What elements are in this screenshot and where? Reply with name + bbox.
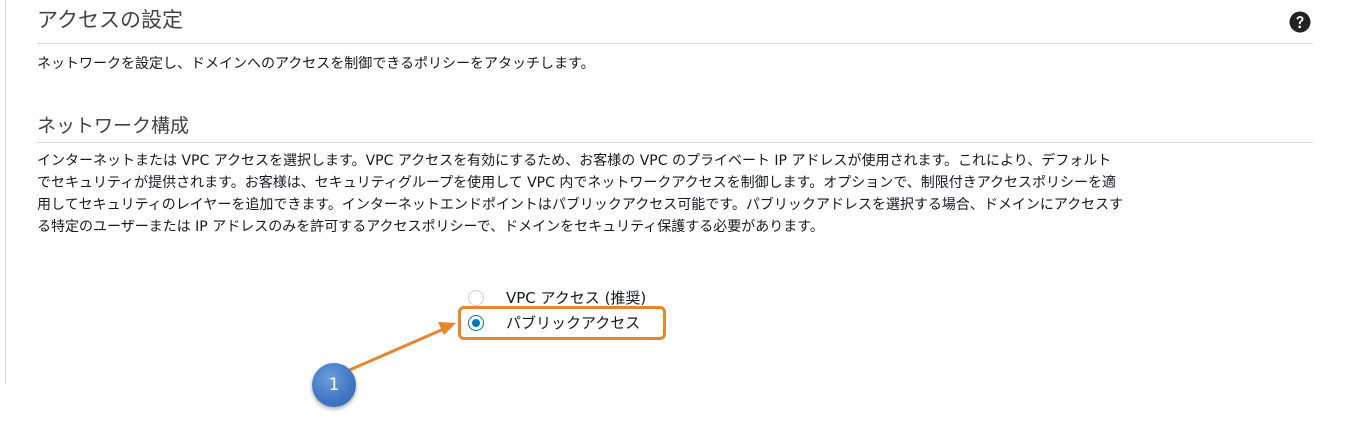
network-config-description: インターネットまたは VPC アクセスを選択します。VPC アクセスを有効にする… [37, 150, 1313, 238]
help-icon[interactable] [1289, 11, 1311, 33]
left-border [5, 0, 6, 384]
radio-option-vpc-access[interactable]: VPC アクセス (推奨) [468, 287, 646, 308]
title-divider [37, 43, 1313, 44]
subtitle-divider [37, 142, 1313, 143]
highlight-box [458, 306, 666, 340]
radio-label-vpc-access: VPC アクセス (推奨) [506, 289, 647, 307]
description-line: 用してセキュリティのレイヤーを追加できます。インターネットエンドポイントはパブリ… [37, 197, 1124, 213]
access-settings-page: アクセスの設定 ネットワークを設定し、ドメインへのアクセスを制御できるポリシーを… [0, 0, 1363, 425]
description-line: インターネットまたは VPC アクセスを選択します。VPC アクセスを有効にする… [37, 153, 1112, 169]
network-config-title: ネットワーク構成 [37, 115, 190, 137]
section-description: ネットワークを設定し、ドメインへのアクセスを制御できるポリシーをアタッチします。 [37, 56, 595, 72]
description-line: る特定のユーザーまたは IP アドレスのみを許可するアクセスポリシーで、ドメイン… [37, 219, 824, 235]
section-title: アクセスの設定 [37, 8, 183, 32]
description-line: でセキュリティが提供されます。お客様は、セキュリティグループを使用して VPC … [37, 175, 1116, 191]
radio-button-vpc-access[interactable] [468, 289, 484, 306]
step-callout-badge: 1 [312, 363, 356, 407]
